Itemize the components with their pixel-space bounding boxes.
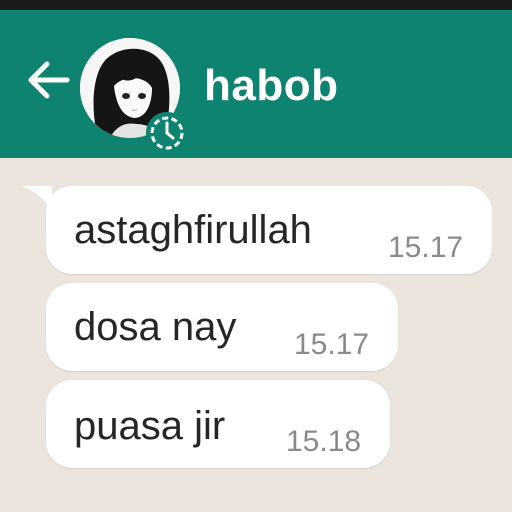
chat-screen: habob astaghfirullah 15.17 dosa nay 15.1…: [0, 0, 512, 512]
message-text: dosa nay: [74, 305, 237, 349]
arrow-left-icon: [28, 61, 70, 99]
message-text: astaghfirullah: [74, 208, 312, 252]
message-time: 15.17: [294, 328, 370, 361]
message-bubble[interactable]: dosa nay 15.17: [46, 283, 398, 371]
message-time: 15.18: [286, 425, 362, 458]
back-button[interactable]: [22, 54, 74, 106]
status-ring-icon: [146, 112, 188, 154]
message-time: 15.17: [388, 231, 464, 264]
status-bar: [0, 0, 512, 10]
contact-name[interactable]: habob: [204, 58, 338, 114]
message-text: puasa jir: [74, 404, 226, 448]
message-bubble[interactable]: puasa jir 15.18: [46, 380, 390, 468]
chat-header: habob: [0, 10, 512, 158]
message-bubble[interactable]: astaghfirullah 15.17: [46, 186, 492, 274]
